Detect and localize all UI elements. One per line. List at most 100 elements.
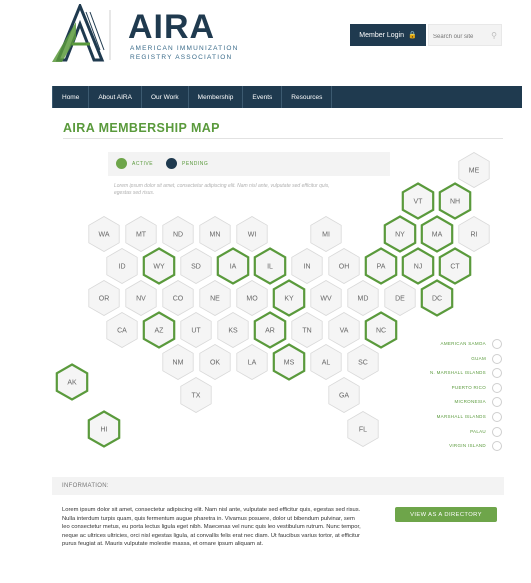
territory-circle-icon[interactable]: [492, 441, 502, 452]
brand-name: AIRA: [128, 8, 216, 46]
state-hex-ut[interactable]: UT: [180, 312, 212, 348]
nav-about-aira[interactable]: About AIRA: [89, 86, 142, 108]
pending-legend-dot-icon: [166, 158, 177, 169]
state-hex-label: FL: [359, 427, 367, 434]
state-hex-nd[interactable]: ND: [162, 216, 194, 252]
state-hex-nv[interactable]: NV: [125, 280, 157, 316]
state-hex-dc[interactable]: DC: [420, 279, 454, 317]
state-hex-il[interactable]: IL: [253, 247, 287, 285]
territory-circle-icon[interactable]: [492, 397, 502, 408]
state-hex-label: NE: [210, 296, 220, 303]
state-hex-label: CT: [450, 264, 460, 271]
search-icon[interactable]: ⚲: [491, 31, 497, 40]
nav-resources[interactable]: Resources: [282, 86, 333, 108]
state-hex-label: MN: [210, 232, 221, 239]
state-hex-vt[interactable]: VT: [401, 182, 435, 220]
state-hex-az[interactable]: AZ: [142, 311, 176, 349]
state-hex-in[interactable]: IN: [291, 248, 323, 284]
site-search[interactable]: ⚲: [428, 24, 502, 47]
state-hex-ct[interactable]: CT: [438, 247, 472, 285]
state-hex-oh[interactable]: OH: [328, 248, 360, 284]
state-hex-co[interactable]: CO: [162, 280, 194, 316]
state-hex-tn[interactable]: TN: [291, 312, 323, 348]
aira-logo-mark-icon: [52, 2, 111, 62]
state-hex-mn[interactable]: MN: [199, 216, 231, 252]
territory-circle-icon[interactable]: [492, 368, 502, 379]
state-hex-ar[interactable]: AR: [253, 311, 287, 349]
territory-item[interactable]: N. MARSHALL ISLANDS: [386, 367, 504, 379]
state-hex-label: NV: [136, 296, 146, 303]
territory-label: PALAU: [470, 428, 486, 434]
state-hex-de[interactable]: DE: [384, 280, 416, 316]
state-hex-hi[interactable]: HI: [87, 410, 121, 448]
state-hex-wy[interactable]: WY: [142, 247, 176, 285]
territory-circle-icon[interactable]: [492, 353, 502, 364]
state-hex-ga[interactable]: GA: [328, 377, 360, 413]
state-hex-ri[interactable]: RI: [458, 216, 490, 252]
state-hex-mt[interactable]: MT: [125, 216, 157, 252]
state-hex-wi[interactable]: WI: [236, 216, 268, 252]
map-note: Lorem ipsum dolor sit amet, consectetur …: [114, 183, 330, 196]
state-hex-label: MD: [358, 296, 369, 303]
state-hex-ks[interactable]: KS: [217, 312, 249, 348]
state-hex-wa[interactable]: WA: [88, 216, 120, 252]
nav-our-work[interactable]: Our Work: [142, 86, 189, 108]
state-hex-label: NH: [450, 199, 460, 206]
territory-item[interactable]: MARSHALL ISLANDS: [386, 411, 504, 423]
member-login-button[interactable]: Member Login 🔒: [350, 24, 426, 46]
territory-circle-icon[interactable]: [492, 412, 502, 422]
state-hex-nj[interactable]: NJ: [401, 247, 435, 285]
nav-events[interactable]: Events: [243, 86, 283, 108]
state-hex-mi[interactable]: MI: [310, 216, 342, 252]
brand-subtitle: AMERICAN IMMUNIZATION REGISTRY ASSOCIATI…: [130, 45, 239, 61]
state-hex-ms[interactable]: MS: [272, 343, 306, 381]
state-hex-ia[interactable]: IA: [216, 247, 250, 285]
territory-item[interactable]: GUAM: [386, 353, 504, 365]
view-as-directory-button[interactable]: VIEW AS A DIRECTORY: [395, 507, 497, 522]
state-hex-label: IA: [230, 264, 237, 271]
state-hex-ca[interactable]: CA: [106, 312, 138, 348]
territory-circle-icon[interactable]: [492, 426, 502, 437]
territory-circle-icon[interactable]: [492, 382, 502, 393]
state-hex-nh[interactable]: NH: [438, 182, 472, 220]
state-hex-sc[interactable]: SC: [347, 344, 379, 380]
title-divider: [63, 138, 503, 139]
map-legend: ACTIVE PENDING: [108, 152, 390, 176]
state-hex-ma[interactable]: MA: [420, 215, 454, 253]
state-hex-ne[interactable]: NE: [199, 280, 231, 316]
state-hex-label: WV: [320, 296, 332, 303]
state-hex-ok[interactable]: OK: [199, 344, 231, 380]
state-hex-nm[interactable]: NM: [162, 344, 194, 380]
state-hex-me[interactable]: ME: [458, 152, 490, 188]
state-hex-label: MT: [136, 232, 147, 239]
state-hex-or[interactable]: OR: [88, 280, 120, 316]
nav-home[interactable]: Home: [52, 86, 90, 108]
state-hex-mo[interactable]: MO: [236, 280, 268, 316]
state-hex-id[interactable]: ID: [106, 248, 138, 284]
state-hex-label: OR: [99, 296, 110, 303]
state-hex-ky[interactable]: KY: [272, 279, 306, 317]
legend-active-label: ACTIVE: [132, 161, 154, 167]
state-hex-label: CA: [117, 328, 127, 335]
state-hex-fl[interactable]: FL: [347, 411, 379, 447]
state-hex-ny[interactable]: NY: [383, 215, 417, 253]
state-hex-ak[interactable]: AK: [55, 363, 89, 401]
state-hex-pa[interactable]: PA: [364, 247, 398, 285]
nav-membership[interactable]: Membership: [189, 86, 244, 108]
territory-item[interactable]: VIRGIN ISLAND: [386, 440, 504, 452]
state-hex-label: GA: [339, 393, 349, 400]
search-input[interactable]: [429, 27, 489, 47]
state-hex-va[interactable]: VA: [328, 312, 360, 348]
state-hex-la[interactable]: LA: [236, 344, 268, 380]
state-hex-wv[interactable]: WV: [310, 280, 342, 316]
territory-item[interactable]: PUERTO RICO: [386, 382, 504, 394]
state-hex-tx[interactable]: TX: [180, 377, 212, 413]
state-hex-md[interactable]: MD: [347, 280, 379, 316]
territory-item[interactable]: MICRONESIA: [386, 396, 504, 408]
state-hex-label: NC: [376, 328, 386, 335]
territory-item[interactable]: AMERICAN SAMOA: [386, 338, 504, 350]
state-hex-al[interactable]: AL: [310, 344, 342, 380]
state-hex-sd[interactable]: SD: [180, 248, 212, 284]
territory-item[interactable]: PALAU: [386, 426, 504, 438]
territory-circle-icon[interactable]: [492, 339, 502, 349]
